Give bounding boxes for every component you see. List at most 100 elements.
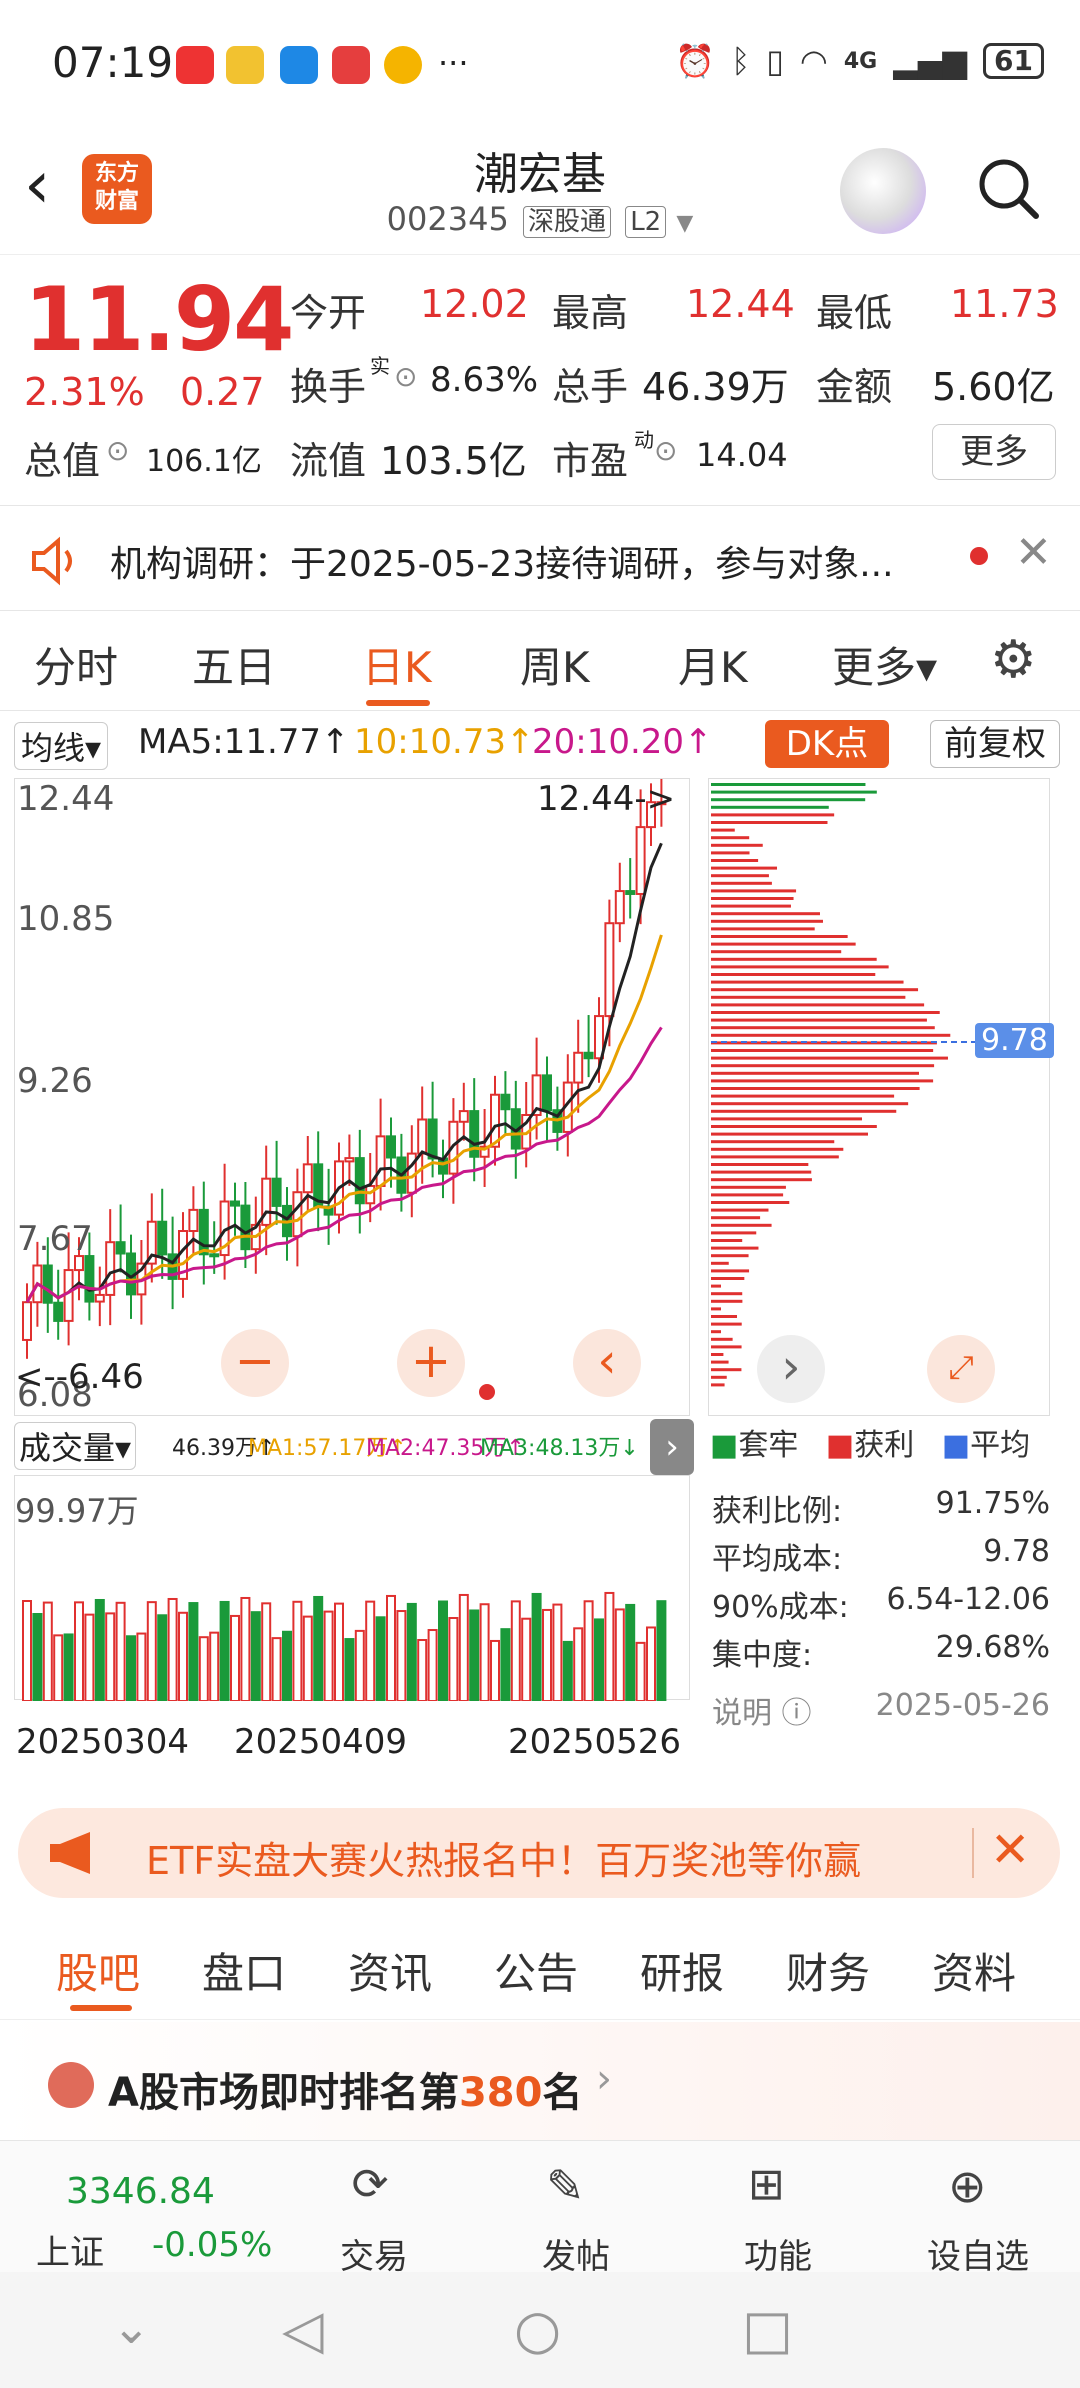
- more-button[interactable]: 更多: [932, 424, 1056, 480]
- change-amount: 0.27: [180, 370, 265, 414]
- chip-bar: [711, 813, 835, 817]
- candle-body: [417, 1118, 428, 1155]
- volume-bar: [386, 1594, 396, 1702]
- volume-bar: [219, 1600, 230, 1702]
- explain-link[interactable]: 说明 ⓘ: [712, 1688, 812, 1732]
- chip-bar: [711, 1277, 745, 1280]
- watchlist-icon: ⊕: [948, 2159, 987, 2213]
- tab-more[interactable]: 更多▾: [832, 634, 937, 695]
- concentration-value: 29.68%: [935, 1630, 1050, 1665]
- candle-body: [542, 1074, 552, 1112]
- notice-bar[interactable]: 机构调研：于2025-05-23接待调研，参与对象... ✕: [0, 505, 1080, 610]
- candle-body: [209, 1253, 220, 1258]
- close-icon[interactable]: ✕: [1015, 527, 1052, 578]
- amount-value: 5.60亿: [932, 365, 1055, 409]
- assistant-robot-icon[interactable]: [840, 148, 926, 234]
- chip-distribution[interactable]: 9.78 › ⤢: [708, 778, 1054, 1416]
- huawei-app-icon: [176, 46, 214, 84]
- zoom-out-button[interactable]: −: [221, 1329, 289, 1397]
- volume-bar: [604, 1591, 615, 1702]
- recents-square-icon[interactable]: □: [742, 2298, 793, 2361]
- volume-bar: [32, 1613, 43, 1702]
- expand-icon[interactable]: ⤢: [927, 1335, 995, 1403]
- ma20-value: 20:10.20↑: [532, 722, 713, 762]
- chip-bar: [711, 1117, 863, 1121]
- back-triangle-icon[interactable]: ◁: [282, 2298, 324, 2361]
- volume-bar: [552, 1603, 563, 1702]
- speaker-icon: [32, 536, 72, 586]
- ma10-value: 10:10.73↑: [354, 722, 535, 762]
- promo-banner[interactable]: ETF实盘大赛火热报名中！百万奖池等你赢 ✕: [18, 1808, 1060, 1898]
- tab-research[interactable]: 研报: [640, 1940, 724, 2001]
- volume-chart[interactable]: 99.97万: [14, 1475, 690, 1703]
- news-app-icon: [332, 46, 370, 84]
- volume-selector[interactable]: 成交量▾: [14, 1422, 137, 1470]
- chip-bar: [711, 1170, 812, 1174]
- banner-text: ETF实盘大赛火热报名中！百万奖池等你赢: [146, 1839, 862, 1883]
- turnover-label: 换手: [290, 365, 367, 409]
- nav-post[interactable]: 发帖: [506, 2229, 646, 2278]
- chip-bar: [711, 1071, 919, 1075]
- tab-intraday[interactable]: 分时: [34, 634, 118, 695]
- close-icon[interactable]: ✕: [990, 1822, 1030, 1878]
- nav-add-watchlist[interactable]: 设自选: [908, 2229, 1048, 2278]
- chip-bar: [711, 859, 759, 862]
- tab-finance[interactable]: 财务: [786, 1940, 870, 2001]
- kline-chart[interactable]: 12.44 10.85 9.26 7.67 6.08 12.44-> <--6.…: [14, 778, 694, 1475]
- nav-function[interactable]: 功能: [708, 2229, 848, 2278]
- avg-cost-marker: 9.78: [975, 1023, 1054, 1058]
- candle-body: [375, 1135, 386, 1187]
- chevron-right-icon[interactable]: ›: [757, 1335, 825, 1403]
- info-icon[interactable]: ⊙: [654, 434, 677, 467]
- market-rank-row[interactable]: A股市场即时排名第380名 ›: [0, 2022, 1080, 2140]
- volume-bar: [94, 1598, 105, 1702]
- dk-point-button[interactable]: DK点: [765, 720, 889, 768]
- tab-five-day[interactable]: 五日: [192, 634, 276, 695]
- zoom-in-button[interactable]: +: [397, 1329, 465, 1397]
- volume-bar: [282, 1630, 292, 1702]
- ma-selector[interactable]: 均线▾: [14, 722, 109, 770]
- green-square-icon: ■: [710, 1428, 739, 1463]
- high-marker: 12.44->: [537, 779, 676, 819]
- turnover-sup: 实: [370, 354, 390, 378]
- tab-weekly-k[interactable]: 周K: [520, 634, 590, 695]
- rank-prefix: A股市场即时排名第: [108, 2070, 459, 2116]
- active-tab-indicator: [70, 2005, 132, 2011]
- ma-line: [25, 842, 663, 1303]
- vol-ma3: MA3:48.13万↓: [480, 1436, 639, 1461]
- tab-daily-k[interactable]: 日K: [362, 634, 432, 695]
- volume-bar: [354, 1629, 365, 1702]
- home-circle-icon[interactable]: ○: [514, 2298, 561, 2361]
- expand-arrow-button[interactable]: ›: [650, 1419, 694, 1475]
- index-change[interactable]: -0.05%: [152, 2225, 272, 2265]
- alarm-icon: ⏰: [675, 42, 716, 80]
- tab-guba[interactable]: 股吧: [56, 1940, 140, 2001]
- index-name[interactable]: 上证: [36, 2225, 104, 2274]
- tab-profile[interactable]: 资料: [932, 1940, 1016, 2001]
- tab-news[interactable]: 资讯: [348, 1940, 432, 2001]
- candle-body: [22, 1301, 32, 1341]
- tab-pankou[interactable]: 盘口: [202, 1940, 286, 2001]
- nav-trade[interactable]: 交易: [304, 2229, 444, 2278]
- search-icon[interactable]: [974, 154, 1042, 222]
- forward-adjust-button[interactable]: 前复权: [930, 720, 1060, 768]
- tab-monthly-k[interactable]: 月K: [678, 634, 748, 695]
- chip-bar: [711, 828, 735, 832]
- chevron-down-icon[interactable]: ⌄: [112, 2300, 151, 2354]
- gear-icon[interactable]: ⚙: [990, 630, 1037, 690]
- pe-sup: 动: [634, 428, 654, 452]
- wifi-icon: ◠: [799, 42, 828, 80]
- candle-body: [302, 1163, 313, 1194]
- candle-body: [354, 1157, 365, 1205]
- chip-bar: [711, 1337, 733, 1341]
- info-icon[interactable]: ⊙: [106, 434, 129, 467]
- info-icon[interactable]: ⊙: [394, 360, 417, 393]
- chevron-left-icon[interactable]: ‹: [573, 1329, 641, 1397]
- chip-bar: [711, 927, 815, 931]
- volume-bar: [427, 1629, 438, 1702]
- rank-suffix: 名: [542, 2070, 583, 2116]
- volume-bar: [292, 1600, 303, 1702]
- index-value[interactable]: 3346.84: [66, 2171, 215, 2212]
- chip-bar: [711, 798, 866, 802]
- tab-announcements[interactable]: 公告: [494, 1940, 578, 2001]
